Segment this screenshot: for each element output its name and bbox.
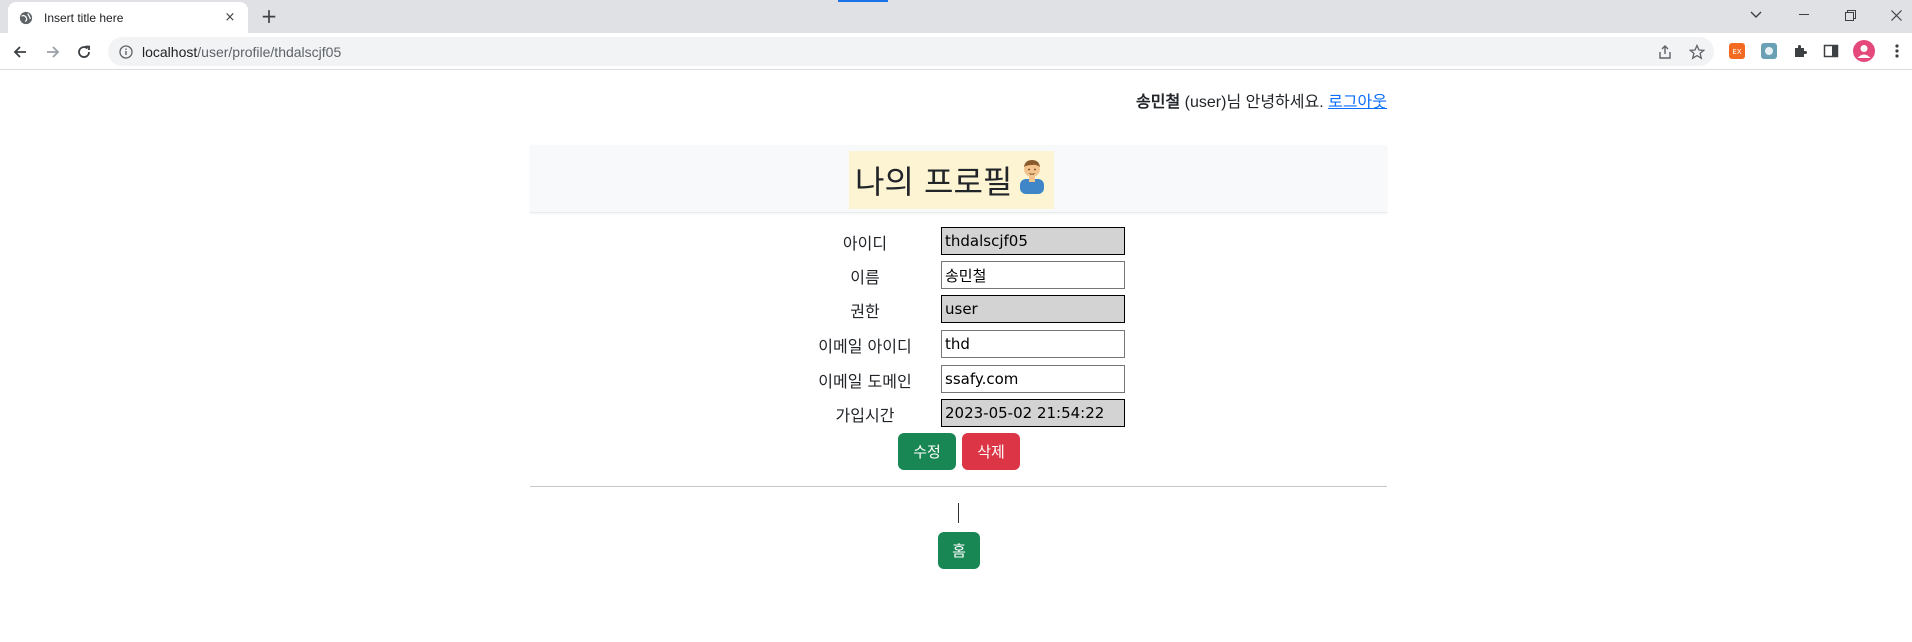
tab-title: Insert title here [44,10,124,25]
reload-icon[interactable] [71,39,97,65]
page-title-text: 나의 프로필 [855,163,1013,201]
extension-icon[interactable]: EX [1728,42,1746,60]
form-row-userid: 아이디 [780,227,1125,255]
url-text: localhost/user/profile/thdalscjf05 [142,44,341,60]
profile-avatar-icon[interactable] [1853,40,1875,62]
form-row-email-domain: 이메일 도메인 [780,365,1125,393]
page-title: 나의 프로필 [849,151,1055,209]
forward-arrow-icon[interactable] [40,39,66,65]
svg-text:EX: EX [1732,48,1741,56]
tab-accent-bar [838,0,888,2]
email-domain-label: 이메일 도메인 [818,372,912,391]
close-tab-icon[interactable]: × [222,10,238,25]
text-cursor [958,503,959,523]
sidepanel-icon[interactable] [1822,42,1840,60]
url-path: /user/profile/thdalscjf05 [197,43,342,60]
home-button[interactable]: 홈 [938,532,980,569]
close-window-icon[interactable] [1882,4,1910,26]
user-role-greeting: (user)님 안녕하세요. [1184,94,1324,111]
puzzle-icon[interactable] [1791,42,1809,60]
person-icon [1016,158,1048,202]
join-date-field[interactable] [941,399,1125,427]
page-content: 송민철 (user)님 안녕하세요. 로그아웃 나의 프로필 아이디 이름 권한 [0,71,1912,642]
address-bar[interactable]: localhost/user/profile/thdalscjf05 [108,37,1714,66]
email-id-label: 이메일 아이디 [818,337,912,356]
info-icon[interactable] [118,44,134,60]
section-divider [530,486,1387,487]
star-icon[interactable] [1688,43,1706,61]
url-host: localhost [142,43,198,60]
share-icon[interactable] [1656,43,1674,61]
name-field[interactable] [941,261,1125,289]
user-greeting: 송민철 (user)님 안녕하세요. 로그아웃 [1136,88,1387,112]
form-row-name: 이름 [780,261,1125,289]
logout-link[interactable]: 로그아웃 [1328,94,1387,111]
restore-icon[interactable] [1836,4,1864,26]
role-field[interactable] [941,295,1125,323]
back-arrow-icon[interactable] [7,39,33,65]
globe-icon [18,10,34,26]
userid-field[interactable] [941,227,1125,255]
join-date-label: 가입시간 [835,406,895,425]
userid-label: 아이디 [842,234,888,253]
extension-icon[interactable] [1760,42,1778,60]
menu-dots-icon[interactable] [1888,42,1906,60]
tab-search-chevron-icon[interactable] [1742,4,1770,26]
browser-toolbar: localhost/user/profile/thdalscjf05 EX [0,33,1912,70]
user-name: 송민철 [1136,94,1181,111]
form-row-email-id: 이메일 아이디 [780,330,1125,358]
browser-tab[interactable]: Insert title here × [8,2,248,33]
delete-button[interactable]: 삭제 [962,433,1020,470]
role-label: 권한 [850,302,880,321]
browser-tabstrip: Insert title here × + [0,0,1912,33]
email-id-field[interactable] [941,330,1125,358]
minimize-icon[interactable] [1790,4,1818,26]
form-row-join-date: 가입시간 [780,399,1125,427]
edit-button[interactable]: 수정 [898,433,956,470]
name-label: 이름 [850,268,880,287]
form-row-role: 권한 [780,295,1125,323]
email-domain-field[interactable] [941,365,1125,393]
new-tab-button[interactable]: + [258,6,280,28]
